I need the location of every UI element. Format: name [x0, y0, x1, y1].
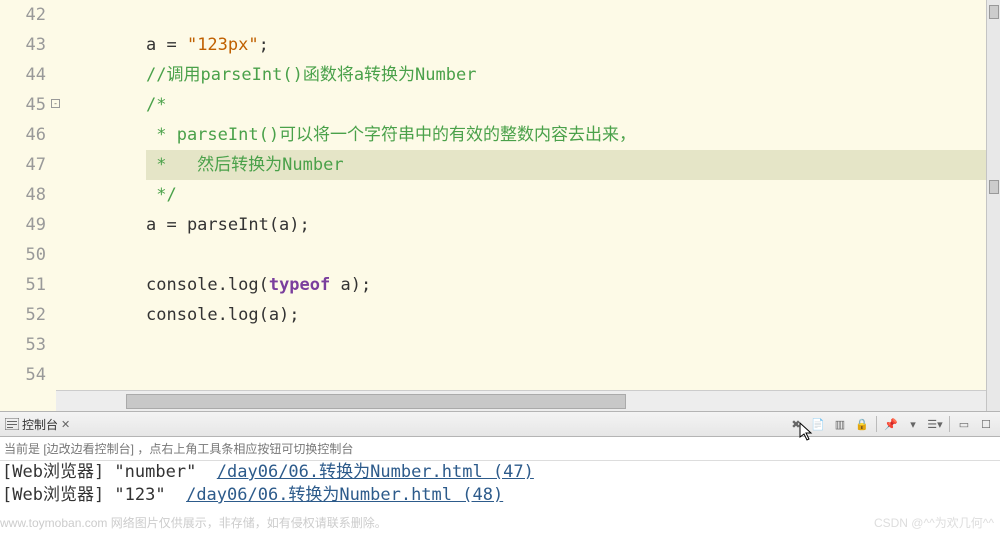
code-line[interactable] [146, 330, 1000, 360]
line-number: 47 [0, 150, 46, 180]
console-link[interactable]: /day06/06.转换为Number.html (47) [217, 462, 534, 482]
lock-icon[interactable]: 🔒 [854, 417, 870, 431]
line-number: 50 [0, 240, 46, 270]
max-icon[interactable]: ☐ [978, 417, 994, 431]
console-line: [Web浏览器] "123" /day06/06.转换为Number.html … [2, 484, 1000, 507]
code-line[interactable] [146, 0, 1000, 30]
line-number: 52 [0, 300, 46, 330]
watermark-right: CSDN @^^为欢几何^^ [874, 514, 994, 531]
close-tab-icon[interactable]: ✕ [61, 418, 70, 431]
line-number: 54 [0, 360, 46, 390]
console-line: [Web浏览器] "number" /day06/06.转换为Number.ht… [2, 461, 1000, 484]
horizontal-scrollbar[interactable] [56, 390, 986, 411]
code-line[interactable]: //调用parseInt()函数将a转换为Number [146, 60, 1000, 90]
line-number: 48 [0, 180, 46, 210]
code-line[interactable]: console.log(a); [146, 300, 1000, 330]
code-line[interactable]: * parseInt()可以将一个字符串中的有效的整数内容去出来， [146, 120, 1000, 150]
console-hint: 当前是 [边改边看控制台] ，点右上角工具条相应按钮可切换控制台 [0, 437, 1000, 461]
console-source: [Web浏览器] [2, 462, 114, 482]
line-number: 42 [0, 0, 46, 30]
down-icon[interactable]: ▾ [905, 417, 921, 431]
console-value: "number" [114, 462, 216, 482]
line-number: 51 [0, 270, 46, 300]
console-tab-icon [4, 416, 20, 432]
console-source: [Web浏览器] [2, 485, 114, 505]
console-output[interactable]: [Web浏览器] "number" /day06/06.转换为Number.ht… [0, 461, 1000, 507]
line-number: 49 [0, 210, 46, 240]
console-value: "123" [114, 485, 186, 505]
line-number: 43 [0, 30, 46, 60]
marker [989, 5, 999, 19]
vertical-scrollbar[interactable] [986, 0, 1000, 411]
watermark-left: www.toymoban.com 网络图片仅供展示，非存储，如有侵权请联系删除。 [0, 514, 387, 531]
console-link[interactable]: /day06/06.转换为Number.html (48) [186, 485, 503, 505]
pin-icon[interactable]: 📌 [883, 417, 899, 431]
panel-tab-bar: 控制台 ✕ ✖ 📄 ▥ 🔒 📌 ▾ ☰▾ ▭ ☐ [0, 411, 1000, 437]
code-line[interactable] [146, 240, 1000, 270]
code-line[interactable]: * 然后转换为Number [146, 150, 1000, 180]
separator-icon [949, 416, 950, 432]
min-icon[interactable]: ▭ [956, 417, 972, 431]
line-number: 53 [0, 330, 46, 360]
line-number: 44 [0, 60, 46, 90]
code-line[interactable]: /* [146, 90, 1000, 120]
console-tab-label[interactable]: 控制台 [22, 416, 58, 433]
code-line[interactable]: a = "123px"; [146, 30, 1000, 60]
new-view-icon[interactable]: ☰▾ [927, 417, 943, 431]
line-number: 45- [0, 90, 46, 120]
separator-icon [876, 416, 877, 432]
code-line[interactable]: console.log(typeof a); [146, 270, 1000, 300]
toolbar: ✖ 📄 ▥ 🔒 📌 ▾ ☰▾ ▭ ☐ [788, 416, 1000, 432]
code-line[interactable]: a = parseInt(a); [146, 210, 1000, 240]
clear-alt-icon[interactable]: ▥ [832, 417, 848, 431]
stop-icon[interactable]: ✖ [788, 417, 804, 431]
code-line[interactable] [146, 360, 1000, 390]
line-number: 46 [0, 120, 46, 150]
code-editor[interactable]: 42434445-464748495051525354 a = "123px";… [0, 0, 1000, 411]
code-line[interactable]: */ [146, 180, 1000, 210]
code-area[interactable]: a = "123px";//调用parseInt()函数将a转换为Number/… [56, 0, 1000, 360]
line-gutter: 42434445-464748495051525354 [0, 0, 56, 411]
scroll-thumb[interactable] [989, 180, 999, 194]
scroll-thumb[interactable] [126, 394, 626, 409]
